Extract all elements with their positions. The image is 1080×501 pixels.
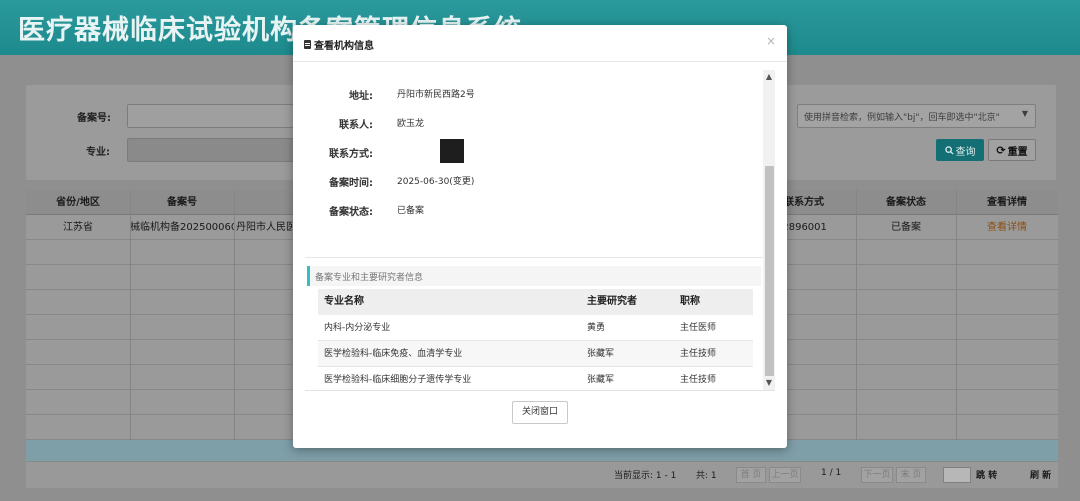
info-row-record-status: 备案状态: 已备案 [305,200,745,220]
column-divider [234,190,235,440]
first-page-button[interactable]: 首 页 [736,467,766,483]
row-title: 主任技师 [680,375,717,385]
column-header-status: 备案状态 [886,197,926,208]
address-value: 丹阳市新民西路2号 [397,90,475,100]
modal-scrollbar-thumb[interactable] [765,166,774,376]
pagination-bar: 当前显示: 1 - 1 共: 1 首 页 上一页 1 / 1 下一页 末 页 跳… [26,462,1058,488]
table-row: 医学检验科-临床细胞分子遗传学专业 张藏军 主任技师 [318,367,753,390]
reset-button-label: 重置 [1007,146,1028,158]
specialty-label: 专业: [86,147,110,158]
row-specialty: 医学检验科-临床细胞分子遗传学专业 [324,375,472,385]
pager-current-display: 当前显示: 1 - 1 [614,471,677,481]
pager-total: 共: 1 [696,471,717,481]
row-specialty: 内科-内分泌专业 [324,323,391,333]
chevron-up-icon[interactable]: ▲ [763,70,775,84]
jump-button[interactable]: 跳 转 [976,468,997,481]
next-page-button[interactable]: 下一页 [861,467,893,483]
modal-body: 地址: 丹阳市新民西路2号 联系人: 欧玉龙 联系方式: 备案时间: 2025-… [305,70,775,390]
institution-info-modal: 查看机构信息 × 地址: 丹阳市新民西路2号 联系人: 欧玉龙 联系方式: 备案… [293,25,787,448]
column-header-researcher: 主要研究者 [587,296,637,307]
row-researcher: 张藏军 [587,375,615,385]
record-status-label: 备案状态: [329,207,373,218]
column-header-province: 省份/地区 [56,197,100,208]
column-divider [130,190,131,440]
row-province: 江苏省 [63,222,93,233]
table-row: 内科-内分泌专业 黄勇 主任医师 [318,315,753,341]
contact-person-label: 联系人: [339,120,373,131]
prev-page-button[interactable]: 上一页 [769,467,801,483]
pager-page-index: 1 / 1 [821,468,842,478]
region-select[interactable]: 使用拼音检索，例如输入"bj"，回车即选中"北京" ▼ [797,104,1036,128]
chevron-down-icon: ▼ [1021,109,1028,118]
column-divider [856,190,857,440]
row-detail-link[interactable]: 查看详情 [956,215,1058,240]
record-time-label: 备案时间: [329,178,373,189]
modal-footer-divider [305,390,775,391]
row-status: 已备案 [891,222,921,233]
contact-method-image [440,139,464,163]
table-row: 医学检验科-临床免疫、血清学专业 张藏军 主任技师 [318,341,753,367]
query-button-label: 查询 [955,146,976,158]
specialty-table-header: 专业名称 主要研究者 职称 [318,289,753,315]
modal-title: 查看机构信息 [304,37,374,52]
section-header: 备案专业和主要研究者信息 [307,266,761,286]
region-select-placeholder: 使用拼音检索，例如输入"bj"，回车即选中"北京" [804,113,1000,123]
page-jump-input[interactable] [943,467,971,483]
modal-header: 查看机构信息 × [293,25,787,62]
row-specialty: 医学检验科-临床免疫、血清学专业 [324,349,463,359]
contact-method-label: 联系方式: [329,149,373,160]
record-no-input[interactable] [127,104,297,128]
column-header-detail: 查看详情 [987,197,1027,208]
row-record-no: 械临机构备202500060 [130,222,234,233]
refresh-button[interactable]: 刷 新 [1030,468,1051,481]
row-researcher: 张藏军 [587,349,615,359]
info-row-address: 地址: 丹阳市新民西路2号 [305,84,745,104]
info-row-record-time: 备案时间: 2025-06-30(变更) [305,171,745,191]
section-title: 备案专业和主要研究者信息 [315,273,424,283]
query-button[interactable]: 查询 [936,139,984,161]
specialty-select[interactable] [127,138,297,162]
row-contact: 52896001 [776,222,827,233]
address-label: 地址: [349,91,373,102]
row-title: 主任技师 [680,349,717,359]
info-row-contact-method: 联系方式: [305,142,745,162]
record-status-value: 已备案 [397,206,425,216]
document-icon [304,40,311,49]
row-researcher: 黄勇 [587,323,606,333]
search-icon [944,145,954,155]
column-header-title: 职称 [680,296,700,307]
column-header-record-no: 备案号 [167,197,197,208]
column-header-specialty: 专业名称 [324,296,364,307]
record-no-label: 备案号: [77,113,111,124]
section-divider [305,257,763,258]
close-window-button[interactable]: 关闭窗口 [512,401,568,424]
contact-person-value: 欧玉龙 [397,119,425,129]
record-time-value: 2025-06-30(变更) [397,177,475,187]
info-row-contact-person: 联系人: 欧玉龙 [305,113,745,133]
last-page-button[interactable]: 末 页 [896,467,926,483]
chevron-down-icon[interactable]: ▼ [763,376,775,390]
refresh-icon: ⟳ [996,143,1006,157]
reset-button[interactable]: ⟳ 重置 [988,139,1036,161]
column-divider [956,190,957,440]
row-institution: 丹阳市人民医院 [236,222,292,233]
row-title: 主任医师 [680,323,717,333]
close-icon[interactable]: × [766,34,776,48]
modal-title-text: 查看机构信息 [314,41,374,52]
